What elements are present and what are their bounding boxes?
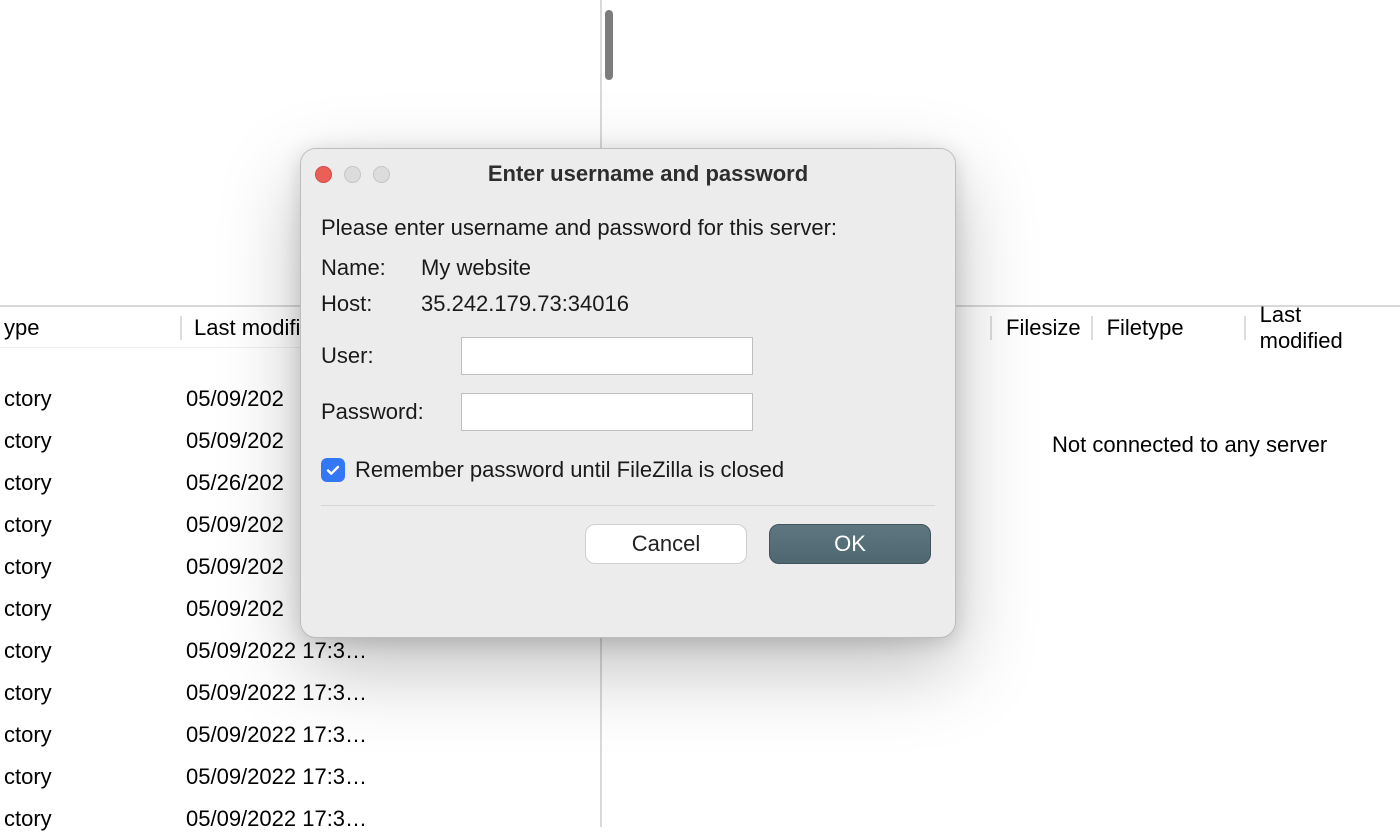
modified-cell: 05/09/2022 17:3…: [180, 680, 367, 706]
modified-cell: 05/09/202: [180, 596, 284, 622]
column-header-filesize[interactable]: Filesize: [1000, 315, 1087, 341]
modified-cell: 05/09/202: [180, 428, 284, 454]
column-separator[interactable]: [1244, 316, 1246, 340]
column-separator[interactable]: [990, 316, 992, 340]
filetype-cell: ctory: [0, 554, 180, 580]
ok-button[interactable]: OK: [769, 524, 931, 564]
filetype-cell: ctory: [0, 638, 180, 664]
filetype-cell: ctory: [0, 512, 180, 538]
column-separator[interactable]: [180, 316, 182, 340]
modified-cell: 05/26/202: [180, 470, 284, 496]
modified-cell: 05/09/202: [180, 386, 284, 412]
modified-cell: 05/09/2022 17:3…: [180, 722, 367, 748]
password-label: Password:: [321, 399, 461, 425]
dialog-prompt: Please enter username and password for t…: [321, 215, 935, 241]
dialog-body: Please enter username and password for t…: [301, 199, 955, 582]
column-header-last-modified-partial[interactable]: Last modifi: [190, 315, 300, 341]
user-label: User:: [321, 343, 461, 369]
filetype-cell: ctory: [0, 764, 180, 790]
column-header-filetype-partial[interactable]: ype: [0, 315, 180, 341]
host-value: 35.242.179.73:34016: [421, 291, 629, 317]
filetype-cell: ctory: [0, 722, 180, 748]
host-label: Host:: [321, 291, 421, 317]
checkmark-icon: [325, 462, 341, 478]
close-icon[interactable]: [315, 166, 332, 183]
window-controls: [315, 166, 390, 183]
column-header-last-modified[interactable]: Last modified: [1254, 302, 1396, 354]
modified-cell: 05/09/202: [180, 554, 284, 580]
dialog-separator: [321, 505, 935, 506]
minimize-icon: [344, 166, 361, 183]
dialog-buttons: Cancel OK: [321, 524, 935, 564]
user-input[interactable]: [461, 337, 753, 375]
table-row[interactable]: ctory05/09/2022 17:3…: [0, 756, 600, 798]
column-header-filetype[interactable]: Filetype: [1101, 315, 1190, 341]
remember-password-label: Remember password until FileZilla is clo…: [355, 457, 784, 483]
modified-cell: 05/09/202: [180, 512, 284, 538]
column-separator[interactable]: [1091, 316, 1093, 340]
dialog-titlebar[interactable]: Enter username and password: [301, 149, 955, 199]
right-column-headers: Filesize Filetype Last modified: [990, 308, 1400, 348]
filetype-cell: ctory: [0, 428, 180, 454]
filetype-cell: ctory: [0, 386, 180, 412]
table-row[interactable]: ctory05/09/2022 17:3…: [0, 714, 600, 756]
dialog-title: Enter username and password: [301, 161, 955, 187]
modified-cell: 05/09/2022 17:3…: [180, 764, 367, 790]
name-label: Name:: [321, 255, 421, 281]
table-row[interactable]: ctory05/09/2022 17:3…: [0, 672, 600, 714]
filetype-cell: ctory: [0, 806, 180, 832]
filetype-cell: ctory: [0, 470, 180, 496]
table-row[interactable]: ctory05/09/2022 17:3…: [0, 798, 600, 840]
remember-password-checkbox[interactable]: [321, 458, 345, 482]
modified-cell: 05/09/2022 17:3…: [180, 638, 367, 664]
cancel-button[interactable]: Cancel: [585, 524, 747, 564]
filetype-cell: ctory: [0, 680, 180, 706]
modified-cell: 05/09/2022 17:3…: [180, 806, 367, 832]
name-value: My website: [421, 255, 531, 281]
credentials-dialog: Enter username and password Please enter…: [300, 148, 956, 638]
not-connected-message: Not connected to any server: [1052, 432, 1327, 458]
zoom-icon: [373, 166, 390, 183]
scrollbar-thumb[interactable]: [605, 10, 613, 80]
remember-password-row[interactable]: Remember password until FileZilla is clo…: [321, 457, 935, 483]
filetype-cell: ctory: [0, 596, 180, 622]
password-input[interactable]: [461, 393, 753, 431]
